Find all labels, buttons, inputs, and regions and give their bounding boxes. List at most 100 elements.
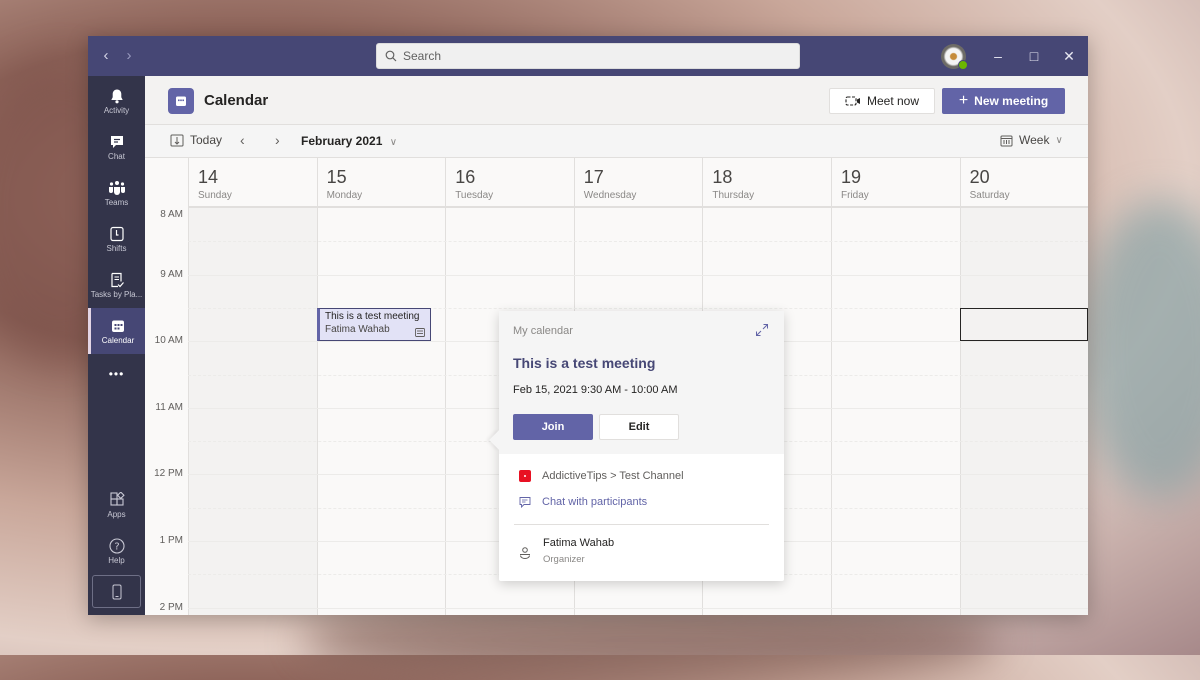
meet-now-label: Meet now [866, 94, 920, 108]
day-header: 16 Tuesday [445, 158, 574, 208]
sidebar-item-tasks[interactable]: Tasks by Pla... [88, 262, 145, 308]
day-header: 20 Saturday [959, 158, 1088, 208]
day-column[interactable] [316, 208, 446, 615]
sidebar-item-label: Help [108, 555, 125, 565]
view-label: Week [1019, 133, 1050, 147]
selected-time-slot[interactable] [960, 308, 1088, 341]
day-name: Wednesday [583, 190, 637, 201]
day-number: 16 [455, 167, 476, 187]
calendar-app-badge [168, 88, 194, 114]
event-organizer: Fatima Wahab [325, 324, 390, 335]
sidebar-item-activity[interactable]: Activity [88, 78, 145, 124]
expand-icon[interactable] [755, 323, 769, 337]
today-button[interactable]: Today [170, 133, 222, 147]
channel-name: AddictiveTips > Test Channel [542, 470, 684, 482]
day-name: Friday [841, 190, 869, 201]
day-column[interactable] [831, 208, 960, 615]
chat-icon [110, 135, 123, 148]
time-label: 12 PM [154, 468, 183, 480]
day-number: 14 [198, 167, 219, 187]
back-button[interactable]: ‹ [96, 46, 116, 66]
meet-now-button[interactable]: Meet now [829, 88, 935, 114]
plus-icon: + [958, 92, 969, 109]
search-icon [385, 50, 397, 62]
join-button[interactable]: Join [513, 414, 593, 440]
chat-label: Chat with participants [542, 496, 648, 508]
next-week-button[interactable]: › [275, 132, 280, 148]
apps-icon [109, 491, 125, 506]
day-number: 17 [583, 167, 604, 187]
chat-with-participants-link[interactable]: Chat with participants [519, 496, 647, 508]
teams-window: ‹ › Search – □ ✕ Activity Chat Teams Shi… [88, 36, 1088, 615]
day-name: Tuesday [455, 190, 494, 201]
chat-icon [519, 497, 531, 508]
day-header: 14 Sunday [188, 158, 317, 208]
day-header: 19 Friday [831, 158, 960, 208]
calendar-today-icon [170, 134, 184, 147]
close-button[interactable]: ✕ [1059, 46, 1079, 66]
sidebar-item-label: Chat [108, 151, 125, 161]
chevron-left-icon: ‹ [240, 132, 245, 148]
day-column[interactable] [959, 208, 1088, 615]
time-label: 10 AM [154, 335, 183, 347]
previous-week-button[interactable]: ‹ [240, 132, 245, 148]
meeting-title: This is a test meeting [513, 355, 656, 371]
mobile-phone-icon [112, 584, 121, 599]
sidebar-item-calendar[interactable]: Calendar [88, 308, 145, 354]
day-number: 19 [841, 167, 862, 187]
day-column[interactable] [188, 208, 317, 615]
title-bar: ‹ › Search – □ ✕ [88, 36, 1088, 76]
search-placeholder: Search [403, 49, 442, 63]
organizer-name: Fatima Wahab [543, 537, 615, 549]
time-label: 8 AM [160, 209, 183, 220]
time-label: 11 AM [155, 401, 183, 413]
sidebar-item-apps[interactable]: Apps [88, 482, 145, 528]
meeting-details-popup: My calendar This is a test meeting Feb 1… [489, 311, 784, 581]
sidebar-item-chat[interactable]: Chat [88, 124, 145, 170]
sidebar-item-label: Tasks by Pla... [90, 289, 143, 299]
download-mobile-app-button[interactable] [92, 575, 141, 608]
page-title: Calendar [204, 92, 269, 109]
minimize-button[interactable]: – [988, 46, 1008, 66]
minimize-icon: – [994, 48, 1002, 64]
sidebar-item-teams[interactable]: Teams [88, 170, 145, 216]
day-header: 18 Thursday [702, 158, 831, 208]
popup-header: My calendar This is a test meeting Feb 1… [499, 311, 784, 454]
meeting-channel: AddictiveTips > Test Channel [519, 470, 684, 482]
sidebar-item-shifts[interactable]: Shifts [88, 216, 145, 262]
calendar-name: My calendar [513, 325, 573, 337]
forward-button[interactable]: › [119, 46, 139, 66]
calendar-event[interactable]: This is a test meeting Fatima Wahab [317, 308, 431, 341]
hour-gridline [188, 274, 1088, 276]
sidebar-item-label: Calendar [101, 335, 135, 345]
chevron-right-icon: › [275, 132, 280, 148]
day-header: 15 Monday [316, 158, 446, 208]
sidebar-item-label: Apps [107, 509, 126, 519]
today-label: Today [190, 133, 223, 147]
channel-team-icon [519, 470, 531, 482]
meeting-details-icon [415, 328, 425, 337]
more-apps-button[interactable]: ••• [88, 354, 145, 394]
chevron-down-icon: ∨ [389, 137, 398, 148]
calendar-view-icon [1000, 135, 1013, 146]
app-bar: Activity Chat Teams Shifts Tasks by Pla.… [88, 76, 145, 615]
new-meeting-label: New meeting [974, 94, 1049, 108]
calendar-main: Calendar Meet now + New meeting Today ‹ … [145, 76, 1088, 615]
organizer-person-icon [520, 547, 530, 559]
chevron-left-icon: ‹ [103, 47, 109, 64]
edit-button[interactable]: Edit [599, 414, 679, 440]
sidebar-item-help[interactable]: ? Help [88, 528, 145, 574]
month-picker[interactable]: February 2021 ∨ [301, 134, 397, 148]
maximize-button[interactable]: □ [1024, 46, 1044, 66]
event-title: This is a test meeting [325, 311, 420, 322]
new-meeting-button[interactable]: + New meeting [942, 88, 1065, 114]
svg-text:?: ? [114, 541, 119, 552]
calendar-icon [112, 320, 124, 332]
day-number: 15 [326, 167, 347, 187]
chevron-down-icon: ∨ [1055, 134, 1063, 146]
chevron-right-icon: › [126, 47, 132, 64]
calendar-header: Calendar Meet now + New meeting [145, 76, 1088, 125]
search-input[interactable]: Search [376, 43, 800, 69]
view-switcher[interactable]: Week ∨ [1000, 133, 1063, 147]
video-camera-icon [845, 96, 860, 106]
